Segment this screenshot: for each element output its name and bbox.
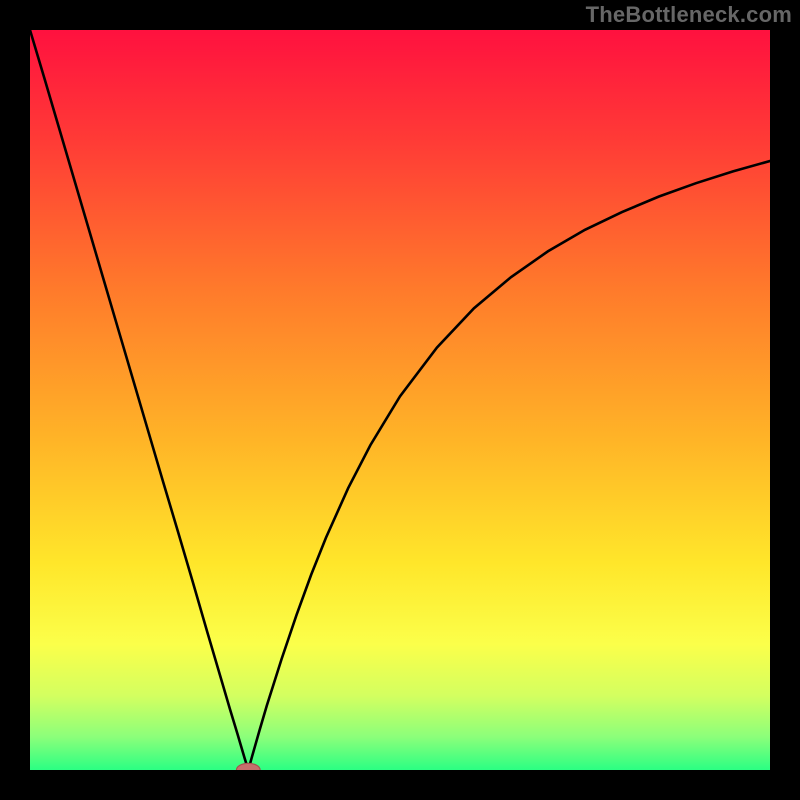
plot-area xyxy=(30,30,770,770)
chart-frame: TheBottleneck.com xyxy=(0,0,800,800)
chart-svg xyxy=(30,30,770,770)
attribution-text: TheBottleneck.com xyxy=(586,2,792,28)
gradient-background xyxy=(30,30,770,770)
